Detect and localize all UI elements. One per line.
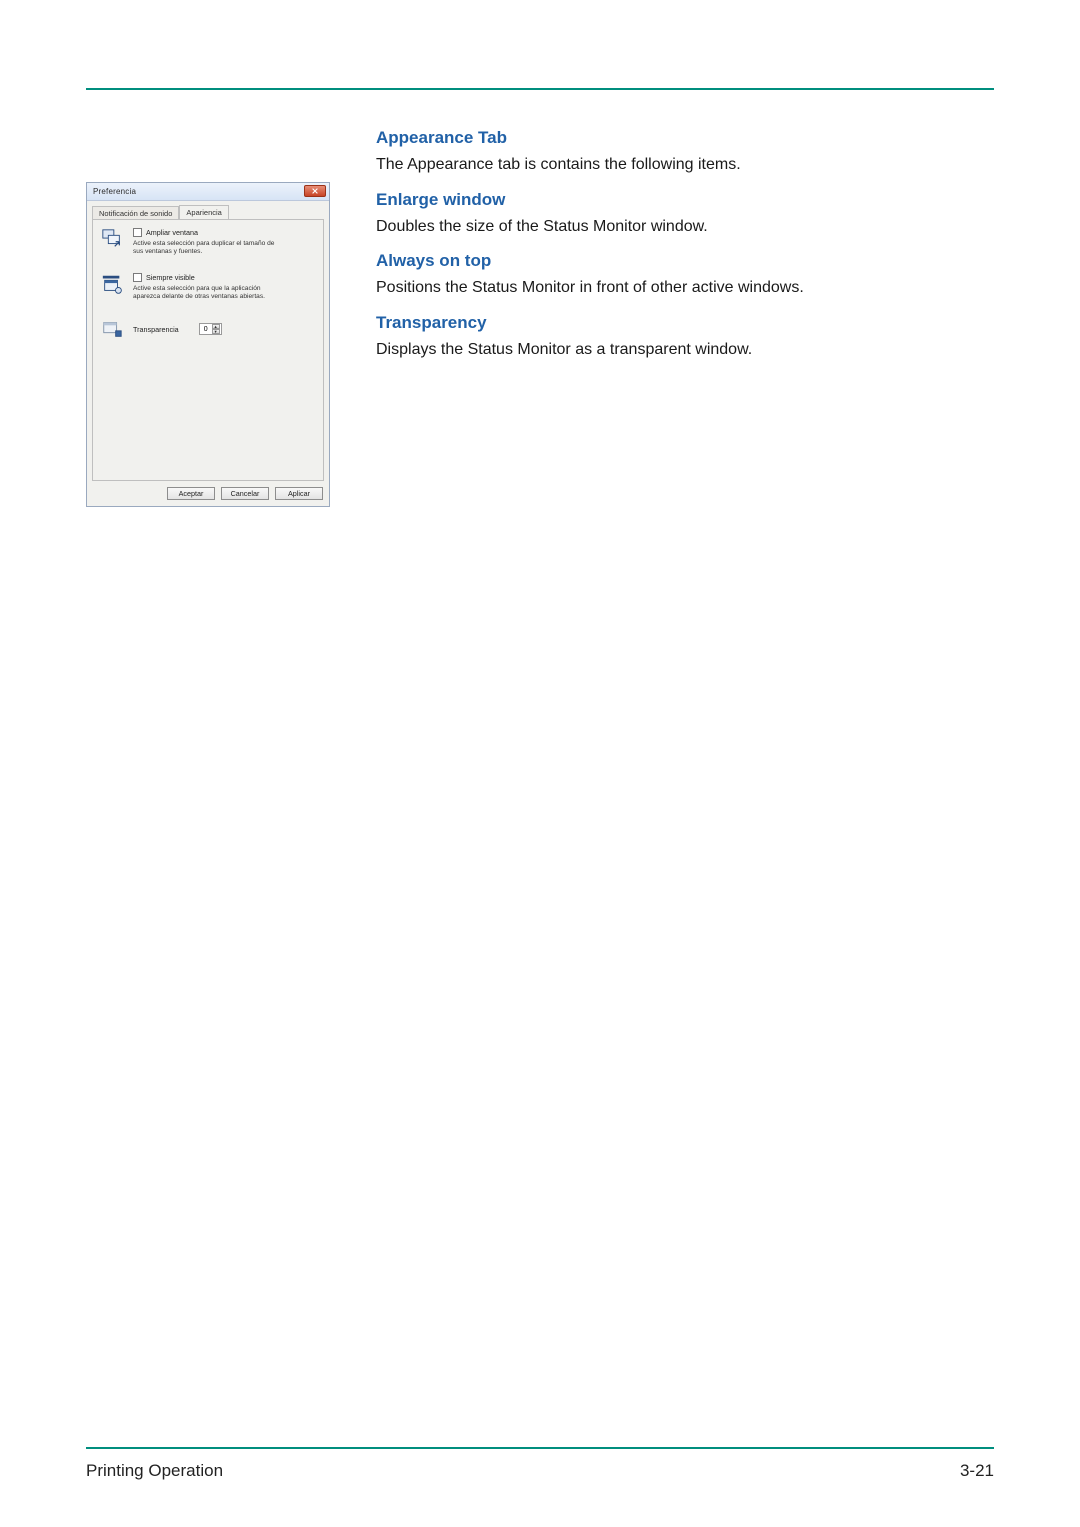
heading-appearance-tab: Appearance Tab [376, 128, 994, 148]
para-transparency: Displays the Status Monitor as a transpa… [376, 339, 994, 361]
tab-appearance[interactable]: Apariencia [179, 205, 228, 219]
close-button[interactable] [304, 185, 326, 197]
tab-strip: Notificación de sonido Apariencia [92, 205, 324, 219]
enlarge-label: Ampliar ventana [146, 228, 198, 237]
text-column: Appearance Tab The Appearance tab is con… [376, 120, 994, 507]
dialog-button-row: Aceptar Cancelar Aplicar [87, 481, 329, 506]
option-always-on-top: Siempre visible Active esta selección pa… [101, 273, 315, 300]
enlarge-icon [101, 228, 123, 255]
transparency-spinner[interactable]: 0 ▲ ▼ [199, 323, 222, 335]
page-footer: Printing Operation 3-21 [86, 1461, 994, 1481]
transparency-label: Transparencia [133, 325, 179, 334]
content-area: Preferencia Notificación de sonido Apari… [86, 120, 994, 507]
tab-sound-notification[interactable]: Notificación de sonido [92, 206, 179, 220]
enlarge-checkbox[interactable] [133, 228, 142, 237]
para-always: Positions the Status Monitor in front of… [376, 277, 994, 299]
footer-section: Printing Operation [86, 1461, 223, 1481]
preferences-dialog: Preferencia Notificación de sonido Apari… [86, 182, 330, 507]
always-on-top-description: Active esta selección para que la aplica… [133, 285, 283, 300]
para-enlarge: Doubles the size of the Status Monitor w… [376, 216, 994, 238]
always-on-top-checkbox[interactable] [133, 273, 142, 282]
dialog-figure: Preferencia Notificación de sonido Apari… [86, 120, 330, 507]
transparency-value: 0 [204, 326, 208, 333]
para-appearance: The Appearance tab is contains the follo… [376, 154, 994, 176]
bottom-divider [86, 1447, 994, 1449]
apply-button[interactable]: Aplicar [275, 487, 323, 500]
option-transparency: Transparencia 0 ▲ ▼ [101, 318, 315, 340]
always-on-top-icon [101, 273, 123, 300]
heading-enlarge-window: Enlarge window [376, 190, 994, 210]
dialog-title: Preferencia [87, 187, 136, 196]
top-divider [86, 88, 994, 90]
dialog-body: Notificación de sonido Apariencia [87, 201, 329, 481]
option-enlarge: Ampliar ventana Active esta selección pa… [101, 228, 315, 255]
heading-always-on-top: Always on top [376, 251, 994, 271]
footer-page-number: 3-21 [960, 1461, 994, 1481]
dialog-titlebar[interactable]: Preferencia [87, 183, 329, 201]
spinner-down-icon[interactable]: ▼ [212, 329, 220, 334]
close-icon [311, 187, 319, 195]
transparency-icon [101, 318, 123, 340]
always-on-top-label: Siempre visible [146, 273, 195, 282]
cancel-button[interactable]: Cancelar [221, 487, 269, 500]
ok-button[interactable]: Aceptar [167, 487, 215, 500]
appearance-panel: Ampliar ventana Active esta selección pa… [92, 219, 324, 481]
enlarge-description: Active esta selección para duplicar el t… [133, 240, 283, 255]
heading-transparency: Transparency [376, 313, 994, 333]
